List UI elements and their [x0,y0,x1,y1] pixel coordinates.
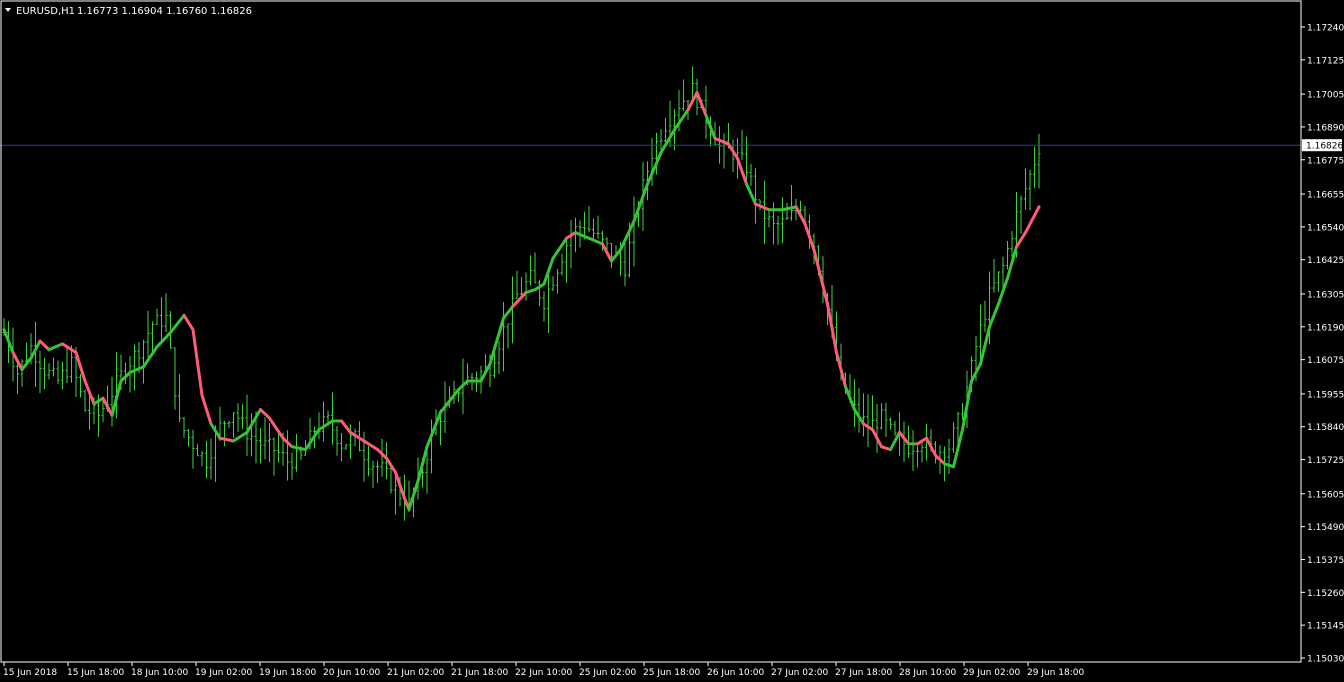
x-tick-label: 19 Jun 02:00 [195,668,252,678]
x-tick-label: 29 Jun 18:00 [1027,668,1084,678]
price-chart[interactable]: 1.17240 1.17125 1.17005 1.16890 1.16775 1.166… [0,0,1344,682]
y-tick-label: 1.15840 [1307,423,1344,433]
y-tick-label: 1.16775 [1307,156,1344,166]
symbol-timeframe: EURUSD,H1 [16,6,75,17]
y-tick-label: 1.17005 [1307,91,1344,101]
x-tick-label: 29 Jun 02:00 [963,668,1020,678]
y-tick-label: 1.16890 [1307,123,1344,133]
y-tick-label: 1.15605 [1307,490,1344,500]
x-tick-label: 18 Jun 10:00 [131,668,188,678]
y-tick-label: 1.17125 [1307,56,1344,66]
y-tick-label: 1.17240 [1307,24,1344,34]
x-tick-label: 21 Jun 18:00 [451,668,508,678]
x-tick-label: 22 Jun 10:00 [515,668,572,678]
x-tick-label: 21 Jun 02:00 [387,668,444,678]
chart-header: EURUSD,H1 1.16773 1.16904 1.16760 1.1682… [5,6,252,17]
x-tick-label: 27 Jun 18:00 [835,668,892,678]
y-tick-label: 1.16305 [1307,290,1344,300]
y-tick-label: 1.16190 [1307,323,1344,333]
x-tick-label: 15 Jun 2018 [3,668,57,678]
current-price-tag: 1.16826 [1302,139,1343,152]
y-tick-label: 1.16655 [1307,191,1344,201]
y-tick-label: 1.16425 [1307,256,1344,266]
y-tick-label: 1.15260 [1307,589,1344,599]
x-tick-label: 25 Jun 18:00 [643,668,700,678]
current-price-label: 1.16826 [1306,142,1343,152]
x-tick-label: 15 Jun 18:00 [67,668,124,678]
y-tick-label: 1.15725 [1307,456,1344,466]
chart-background [0,0,1344,682]
x-tick-label: 20 Jun 10:00 [323,668,380,678]
x-tick-label: 28 Jun 10:00 [899,668,956,678]
x-tick-label: 27 Jun 02:00 [771,668,828,678]
y-tick-label: 1.16540 [1307,223,1344,233]
x-tick-label: 25 Jun 02:00 [579,668,636,678]
y-tick-label: 1.15030 [1307,655,1344,665]
x-tick-label: 26 Jun 10:00 [707,668,764,678]
y-tick-label: 1.16075 [1307,356,1344,366]
y-tick-label: 1.15375 [1307,556,1344,566]
y-tick-label: 1.15490 [1307,523,1344,533]
y-tick-label: 1.15955 [1307,390,1344,400]
ohlc-values: 1.16773 1.16904 1.16760 1.16826 [77,6,252,17]
y-tick-label: 1.15145 [1307,622,1344,632]
x-tick-label: 19 Jun 18:00 [259,668,316,678]
